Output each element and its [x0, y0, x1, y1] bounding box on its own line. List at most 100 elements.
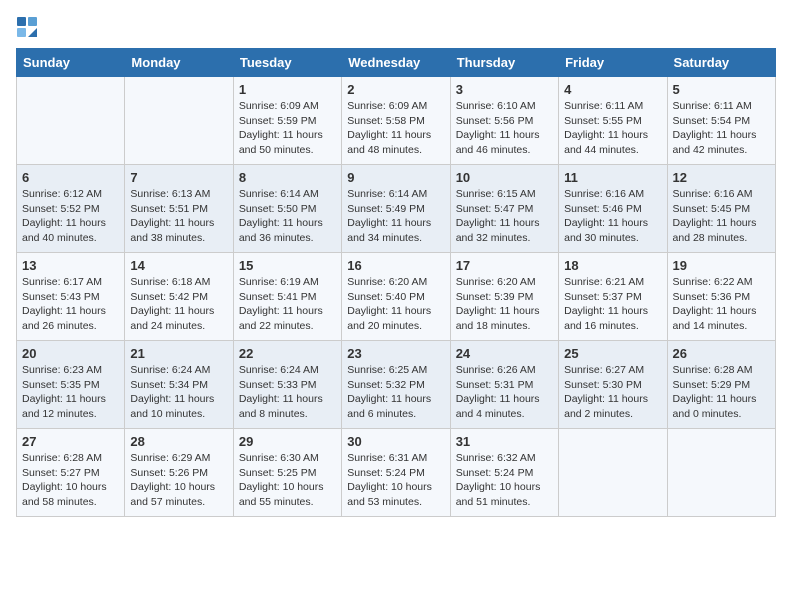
cell-text: Sunrise: 6:24 AM Sunset: 5:33 PM Dayligh…	[239, 363, 336, 422]
day-number: 13	[22, 258, 119, 273]
cell-text: Sunrise: 6:16 AM Sunset: 5:46 PM Dayligh…	[564, 187, 661, 246]
calendar-cell: 21 Sunrise: 6:24 AM Sunset: 5:34 PM Dayli…	[125, 341, 233, 429]
calendar-table: SundayMondayTuesdayWednesdayThursdayFrid…	[16, 48, 776, 517]
day-number: 3	[456, 82, 553, 97]
calendar-cell: 22 Sunrise: 6:24 AM Sunset: 5:33 PM Dayli…	[233, 341, 341, 429]
calendar-cell: 19 Sunrise: 6:22 AM Sunset: 5:36 PM Dayli…	[667, 253, 775, 341]
calendar-cell: 10 Sunrise: 6:15 AM Sunset: 5:47 PM Dayli…	[450, 165, 558, 253]
cell-text: Sunrise: 6:20 AM Sunset: 5:39 PM Dayligh…	[456, 275, 553, 334]
cell-text: Sunrise: 6:12 AM Sunset: 5:52 PM Dayligh…	[22, 187, 119, 246]
calendar-week-row: 1 Sunrise: 6:09 AM Sunset: 5:59 PM Daylig…	[17, 77, 776, 165]
day-number: 19	[673, 258, 770, 273]
day-number: 2	[347, 82, 444, 97]
day-number: 31	[456, 434, 553, 449]
day-number: 12	[673, 170, 770, 185]
calendar-cell: 4Sunrise: 6:11 AM Sunset: 5:55 PM Daylig…	[559, 77, 667, 165]
calendar-cell: 16 Sunrise: 6:20 AM Sunset: 5:40 PM Dayli…	[342, 253, 450, 341]
day-number: 22	[239, 346, 336, 361]
calendar-cell: 15Sunrise: 6:19 AM Sunset: 5:41 PM Dayli…	[233, 253, 341, 341]
day-number: 5	[673, 82, 770, 97]
cell-text: Sunrise: 6:09 AM Sunset: 5:58 PM Dayligh…	[347, 99, 444, 158]
cell-text: Sunrise: 6:13 AM Sunset: 5:51 PM Dayligh…	[130, 187, 227, 246]
cell-text: Sunrise: 6:10 AM Sunset: 5:56 PM Dayligh…	[456, 99, 553, 158]
cell-text: Sunrise: 6:22 AM Sunset: 5:36 PM Dayligh…	[673, 275, 770, 334]
cell-text: Sunrise: 6:28 AM Sunset: 5:29 PM Dayligh…	[673, 363, 770, 422]
day-number: 6	[22, 170, 119, 185]
cell-text: Sunrise: 6:23 AM Sunset: 5:35 PM Dayligh…	[22, 363, 119, 422]
day-number: 14	[130, 258, 227, 273]
day-number: 21	[130, 346, 227, 361]
weekday-header: Sunday	[17, 49, 125, 77]
day-number: 23	[347, 346, 444, 361]
day-number: 30	[347, 434, 444, 449]
calendar-cell: 17 Sunrise: 6:20 AM Sunset: 5:39 PM Dayli…	[450, 253, 558, 341]
calendar-cell: 8 Sunrise: 6:14 AM Sunset: 5:50 PM Daylig…	[233, 165, 341, 253]
calendar-cell: 6 Sunrise: 6:12 AM Sunset: 5:52 PM Daylig…	[17, 165, 125, 253]
day-number: 15	[239, 258, 336, 273]
day-number: 20	[22, 346, 119, 361]
cell-text: Sunrise: 6:14 AM Sunset: 5:49 PM Dayligh…	[347, 187, 444, 246]
calendar-week-row: 20 Sunrise: 6:23 AM Sunset: 5:35 PM Dayli…	[17, 341, 776, 429]
cell-text: Sunrise: 6:18 AM Sunset: 5:42 PM Dayligh…	[130, 275, 227, 334]
weekday-header: Friday	[559, 49, 667, 77]
header	[16, 16, 776, 38]
calendar-cell: 7Sunrise: 6:13 AM Sunset: 5:51 PM Daylig…	[125, 165, 233, 253]
day-number: 17	[456, 258, 553, 273]
calendar-cell: 27 Sunrise: 6:28 AM Sunset: 5:27 PM Dayli…	[17, 429, 125, 517]
calendar-cell: 13 Sunrise: 6:17 AM Sunset: 5:43 PM Dayli…	[17, 253, 125, 341]
day-number: 29	[239, 434, 336, 449]
cell-text: Sunrise: 6:31 AM Sunset: 5:24 PM Dayligh…	[347, 451, 444, 510]
calendar-cell: 20 Sunrise: 6:23 AM Sunset: 5:35 PM Dayli…	[17, 341, 125, 429]
weekday-header: Saturday	[667, 49, 775, 77]
day-number: 9	[347, 170, 444, 185]
day-number: 1	[239, 82, 336, 97]
cell-text: Sunrise: 6:20 AM Sunset: 5:40 PM Dayligh…	[347, 275, 444, 334]
calendar-week-row: 27 Sunrise: 6:28 AM Sunset: 5:27 PM Dayli…	[17, 429, 776, 517]
day-number: 25	[564, 346, 661, 361]
day-number: 24	[456, 346, 553, 361]
calendar-cell: 12Sunrise: 6:16 AM Sunset: 5:45 PM Dayli…	[667, 165, 775, 253]
weekday-header: Tuesday	[233, 49, 341, 77]
weekday-header: Wednesday	[342, 49, 450, 77]
calendar-cell	[125, 77, 233, 165]
cell-text: Sunrise: 6:30 AM Sunset: 5:25 PM Dayligh…	[239, 451, 336, 510]
day-number: 10	[456, 170, 553, 185]
day-number: 28	[130, 434, 227, 449]
weekday-header: Monday	[125, 49, 233, 77]
day-number: 18	[564, 258, 661, 273]
calendar-cell: 28 Sunrise: 6:29 AM Sunset: 5:26 PM Dayli…	[125, 429, 233, 517]
calendar-week-row: 13 Sunrise: 6:17 AM Sunset: 5:43 PM Dayli…	[17, 253, 776, 341]
cell-text: Sunrise: 6:11 AM Sunset: 5:55 PM Dayligh…	[564, 99, 661, 158]
day-number: 8	[239, 170, 336, 185]
calendar-cell: 25Sunrise: 6:27 AM Sunset: 5:30 PM Dayli…	[559, 341, 667, 429]
calendar-cell: 24Sunrise: 6:26 AM Sunset: 5:31 PM Dayli…	[450, 341, 558, 429]
calendar-cell: 31 Sunrise: 6:32 AM Sunset: 5:24 PM Dayli…	[450, 429, 558, 517]
day-number: 16	[347, 258, 444, 273]
cell-text: Sunrise: 6:29 AM Sunset: 5:26 PM Dayligh…	[130, 451, 227, 510]
calendar-cell: 14 Sunrise: 6:18 AM Sunset: 5:42 PM Dayli…	[125, 253, 233, 341]
calendar-cell: 23 Sunrise: 6:25 AM Sunset: 5:32 PM Dayli…	[342, 341, 450, 429]
cell-text: Sunrise: 6:24 AM Sunset: 5:34 PM Dayligh…	[130, 363, 227, 422]
logo	[16, 16, 42, 38]
cell-text: Sunrise: 6:28 AM Sunset: 5:27 PM Dayligh…	[22, 451, 119, 510]
day-number: 27	[22, 434, 119, 449]
calendar-cell: 11Sunrise: 6:16 AM Sunset: 5:46 PM Dayli…	[559, 165, 667, 253]
calendar-week-row: 6 Sunrise: 6:12 AM Sunset: 5:52 PM Daylig…	[17, 165, 776, 253]
calendar-cell: 2 Sunrise: 6:09 AM Sunset: 5:58 PM Daylig…	[342, 77, 450, 165]
calendar-cell: 26Sunrise: 6:28 AM Sunset: 5:29 PM Dayli…	[667, 341, 775, 429]
cell-text: Sunrise: 6:09 AM Sunset: 5:59 PM Dayligh…	[239, 99, 336, 158]
cell-text: Sunrise: 6:32 AM Sunset: 5:24 PM Dayligh…	[456, 451, 553, 510]
cell-text: Sunrise: 6:15 AM Sunset: 5:47 PM Dayligh…	[456, 187, 553, 246]
calendar-cell: 5Sunrise: 6:11 AM Sunset: 5:54 PM Daylig…	[667, 77, 775, 165]
calendar-cell: 9 Sunrise: 6:14 AM Sunset: 5:49 PM Daylig…	[342, 165, 450, 253]
weekday-header: Thursday	[450, 49, 558, 77]
calendar-cell: 1 Sunrise: 6:09 AM Sunset: 5:59 PM Daylig…	[233, 77, 341, 165]
calendar-cell	[559, 429, 667, 517]
cell-text: Sunrise: 6:14 AM Sunset: 5:50 PM Dayligh…	[239, 187, 336, 246]
calendar-cell	[17, 77, 125, 165]
calendar-cell: 30 Sunrise: 6:31 AM Sunset: 5:24 PM Dayli…	[342, 429, 450, 517]
cell-text: Sunrise: 6:25 AM Sunset: 5:32 PM Dayligh…	[347, 363, 444, 422]
calendar-cell: 18 Sunrise: 6:21 AM Sunset: 5:37 PM Dayli…	[559, 253, 667, 341]
cell-text: Sunrise: 6:21 AM Sunset: 5:37 PM Dayligh…	[564, 275, 661, 334]
cell-text: Sunrise: 6:17 AM Sunset: 5:43 PM Dayligh…	[22, 275, 119, 334]
